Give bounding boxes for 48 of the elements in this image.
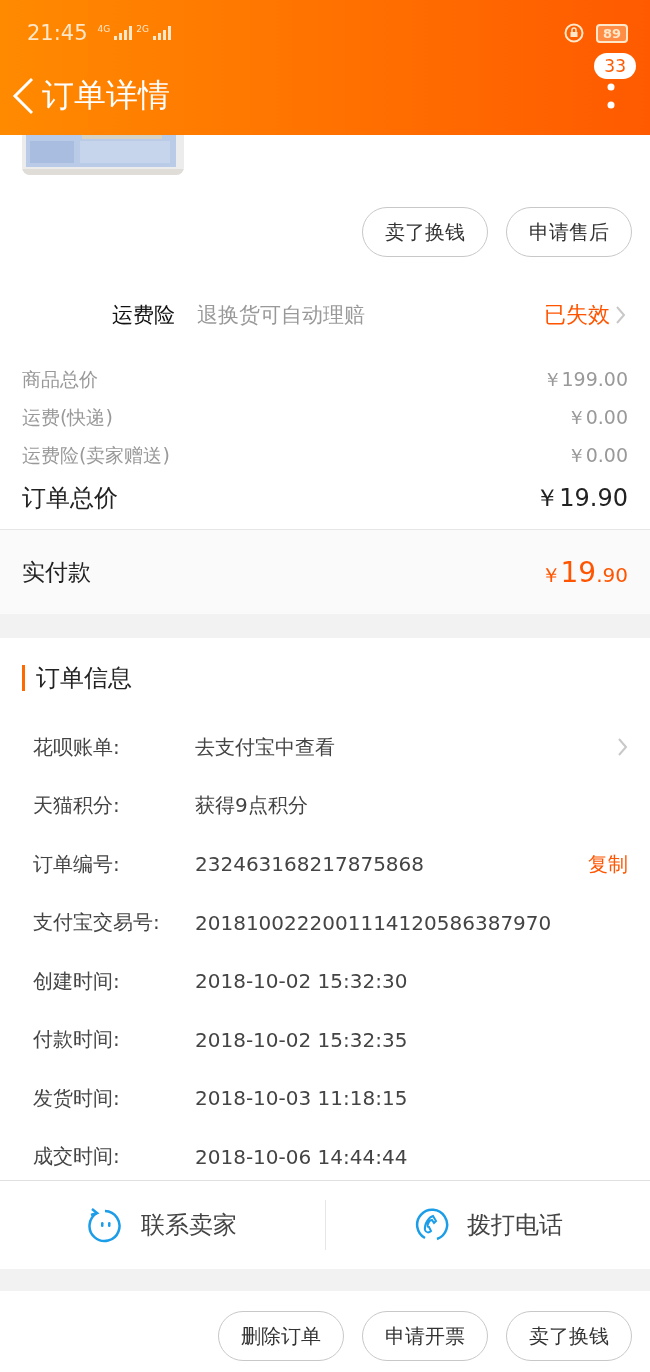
action-button[interactable]: 申请售后 xyxy=(506,207,632,257)
page-title: 订单详情 xyxy=(42,74,170,116)
paid-label: 实付款 xyxy=(22,557,91,587)
battery-indicator: 89 xyxy=(595,23,628,43)
action-button[interactable]: 申请开票 xyxy=(362,1311,488,1361)
info-value: 2018-10-06 14:44:44 xyxy=(195,1144,409,1169)
info-label: 天猫积分: xyxy=(33,792,121,820)
back-icon[interactable] xyxy=(12,76,34,115)
more-icon[interactable] xyxy=(607,82,616,109)
price-value: ￥19.90 xyxy=(535,483,628,514)
network-label: 4G xyxy=(97,24,111,34)
info-value: 2018-10-03 11:18:15 xyxy=(195,1086,409,1111)
info-label: 成交时间: xyxy=(33,1143,121,1171)
action-button[interactable]: 卖了换钱 xyxy=(362,207,488,257)
signal-icon xyxy=(114,26,133,40)
paid-amount: ￥19.90 xyxy=(540,555,628,589)
insurance-name: 运费险 xyxy=(112,302,175,329)
chevron-right-icon[interactable] xyxy=(616,305,626,325)
insurance-description: 退换货可自动理赔 xyxy=(197,302,365,329)
info-value: 2018-10-02 15:32:35 xyxy=(195,1027,409,1052)
price-value: ￥0.00 xyxy=(566,443,628,468)
lock-icon xyxy=(563,23,584,43)
action-button[interactable]: 卖了换钱 xyxy=(506,1311,632,1361)
price-label: 订单总价 xyxy=(22,483,118,514)
chat-face-icon xyxy=(87,1207,124,1243)
action-button[interactable]: 删除订单 xyxy=(218,1311,344,1361)
info-label: 付款时间: xyxy=(33,1026,121,1054)
info-value[interactable]: 去支付宝中查看 xyxy=(195,733,618,761)
message-badge: 33 xyxy=(594,52,636,79)
info-value: 获得9点积分 xyxy=(195,792,309,820)
info-value: 2018-10-02 15:32:30 xyxy=(195,969,409,994)
info-label: 订单编号: xyxy=(33,850,121,878)
signal-icon xyxy=(152,26,171,40)
info-label: 支付宝交易号: xyxy=(33,909,161,937)
price-label: 运费(快递) xyxy=(22,405,113,430)
price-label: 商品总价 xyxy=(22,367,98,392)
info-label: 发货时间: xyxy=(33,1084,121,1112)
info-value: 2018100222001114120586387970 xyxy=(195,910,553,935)
price-label: 运费险(卖家赠送) xyxy=(22,443,170,468)
status-time: 21:45 xyxy=(27,21,88,45)
network-label: 2G xyxy=(136,24,149,34)
price-value: ￥199.00 xyxy=(542,367,628,392)
info-label: 创建时间: xyxy=(33,967,121,995)
price-value: ￥0.00 xyxy=(566,405,628,430)
info-value: 232463168217875868 xyxy=(195,852,426,877)
chevron-right-icon[interactable] xyxy=(618,737,628,758)
section-title: 订单信息 xyxy=(22,665,628,691)
info-label: 花呗账单: xyxy=(33,733,121,761)
